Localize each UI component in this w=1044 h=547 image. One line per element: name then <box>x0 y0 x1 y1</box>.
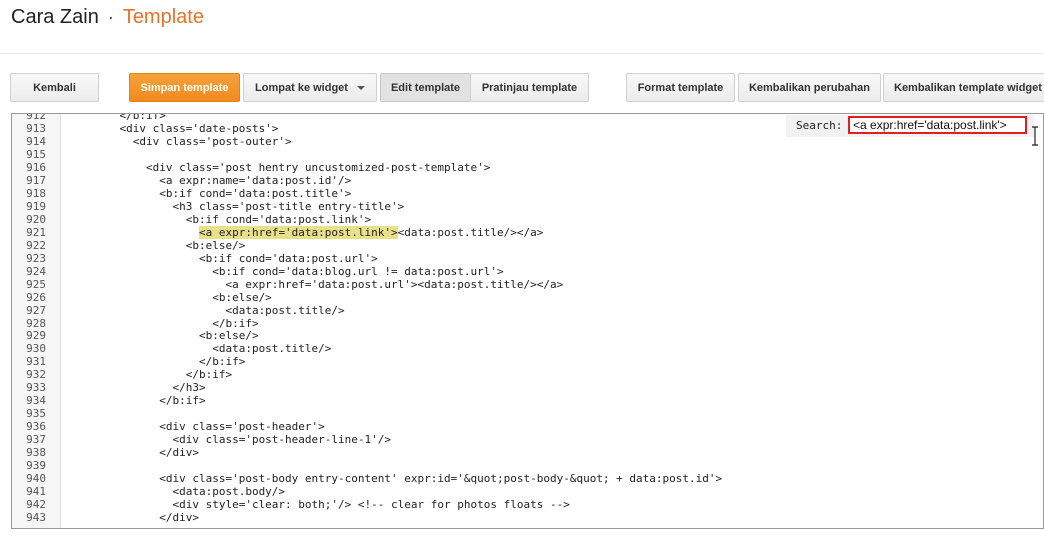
code-text: <a expr:href='data:post.link'><data:post… <box>198 225 544 239</box>
code-line[interactable]: 920 <b:if cond='data:post.link'> <box>12 212 1043 227</box>
code-line[interactable]: 943 </div> <box>12 511 1043 525</box>
code-text: <a expr:name='data:post.id'/> <box>93 173 352 187</box>
line-number: 920 <box>26 212 46 226</box>
code-line[interactable]: 916 <div class='post hentry uncustomized… <box>12 160 1043 175</box>
line-number: 921 <box>26 225 46 239</box>
search-input[interactable]: <a expr:href='data:post.link'> <box>848 116 1027 134</box>
template-code-editor[interactable]: 912 </b:if> 913 <div class='date-posts'> 9… <box>11 113 1044 529</box>
code-line[interactable]: 926 <b:else/> <box>12 290 1043 305</box>
code-text: <div class='date-posts'> <box>93 121 279 135</box>
line-number: 922 <box>26 238 46 252</box>
code-text: </b:if> <box>93 394 206 408</box>
code-line[interactable]: 934 </b:if> <box>12 394 1043 408</box>
blog-name[interactable]: Cara Zain <box>11 6 99 28</box>
line-number: 916 <box>26 160 46 174</box>
code-text: <h3 class='post-title entry-title'> <box>93 199 405 213</box>
chevron-down-icon <box>356 85 365 90</box>
edit-template-tab[interactable]: Edit template <box>380 73 471 102</box>
line-number: 914 <box>26 134 46 148</box>
text-cursor-icon <box>1032 126 1038 146</box>
search-match-highlight: <a expr:href='data:post.link'> <box>198 225 398 239</box>
back-button[interactable]: Kembali <box>10 73 99 102</box>
code-text: <b:if cond='data:blog.url != data:post.u… <box>93 264 504 278</box>
code-line[interactable]: 924 <b:if cond='data:blog.url != data:po… <box>12 264 1043 279</box>
code-lines: 912 </b:if> 913 <div class='date-posts'> 9… <box>12 114 1043 525</box>
line-number: 918 <box>26 186 46 200</box>
preview-template-tab[interactable]: Pratinjau template <box>470 73 589 102</box>
revert-widget-templates-button[interactable]: Kembalikan template widget <box>883 73 1044 102</box>
line-number: 943 <box>26 511 46 525</box>
code-line[interactable]: 914 <div class='post-outer'> <box>12 134 1043 149</box>
code-text: <b:if cond='data:post.url'> <box>93 251 378 265</box>
search-label: Search: <box>796 119 843 132</box>
code-line[interactable]: 917 <a expr:name='data:post.id'/> <box>12 173 1043 188</box>
code-line[interactable]: 921 <a expr:href='data:post.link'><data:… <box>12 225 1043 240</box>
code-text: <div class='post-outer'> <box>93 134 292 148</box>
code-text: </div> <box>93 511 199 525</box>
code-text: <b:else/> <box>93 238 246 252</box>
page-title: Template <box>122 6 204 28</box>
title-separator: · <box>107 7 114 27</box>
line-number: 926 <box>26 290 46 304</box>
code-line[interactable]: 938 </div> <box>12 446 1043 460</box>
format-template-button[interactable]: Format template <box>626 73 735 102</box>
code-text: <b:if cond='data:post.title'> <box>93 186 352 200</box>
code-line[interactable]: 922 <b:else/> <box>12 238 1043 253</box>
line-number: 919 <box>26 199 46 213</box>
code-text: <b:else/> <box>93 290 272 304</box>
line-number: 924 <box>26 264 46 278</box>
page-heading: Cara Zain · Template <box>11 6 204 34</box>
save-template-button[interactable]: Simpan template <box>129 73 240 102</box>
code-line[interactable]: 915 <box>12 147 1043 162</box>
line-number: 917 <box>26 173 46 187</box>
line-number: 927 <box>26 303 46 317</box>
header-divider <box>0 53 1044 54</box>
code-text: <data:post.title/> <box>93 303 345 317</box>
code-line[interactable]: 923 <b:if cond='data:post.url'> <box>12 251 1043 266</box>
revert-changes-button[interactable]: Kembalikan perubahan <box>738 73 881 102</box>
code-line[interactable]: 927 <data:post.title/> <box>12 303 1043 318</box>
line-number: 925 <box>26 277 46 291</box>
jump-to-widget-dropdown[interactable]: Lompat ke widget <box>243 73 377 102</box>
jump-to-widget-label: Lompat ke widget <box>255 81 348 94</box>
code-text: <a expr:href='data:post.url'><data:post.… <box>93 277 564 291</box>
code-line[interactable]: 918 <b:if cond='data:post.title'> <box>12 186 1043 201</box>
code-line[interactable]: 919 <h3 class='post-title entry-title'> <box>12 199 1043 214</box>
code-text: <div class='post hentry uncustomized-pos… <box>93 160 491 174</box>
code-text: </div> <box>93 446 199 460</box>
line-number: 913 <box>26 121 46 135</box>
line-number: 915 <box>26 147 46 161</box>
code-line[interactable]: 925 <a expr:href='data:post.url'><data:p… <box>12 277 1043 292</box>
line-number: 923 <box>26 251 46 265</box>
code-text: <b:if cond='data:post.link'> <box>93 212 372 226</box>
